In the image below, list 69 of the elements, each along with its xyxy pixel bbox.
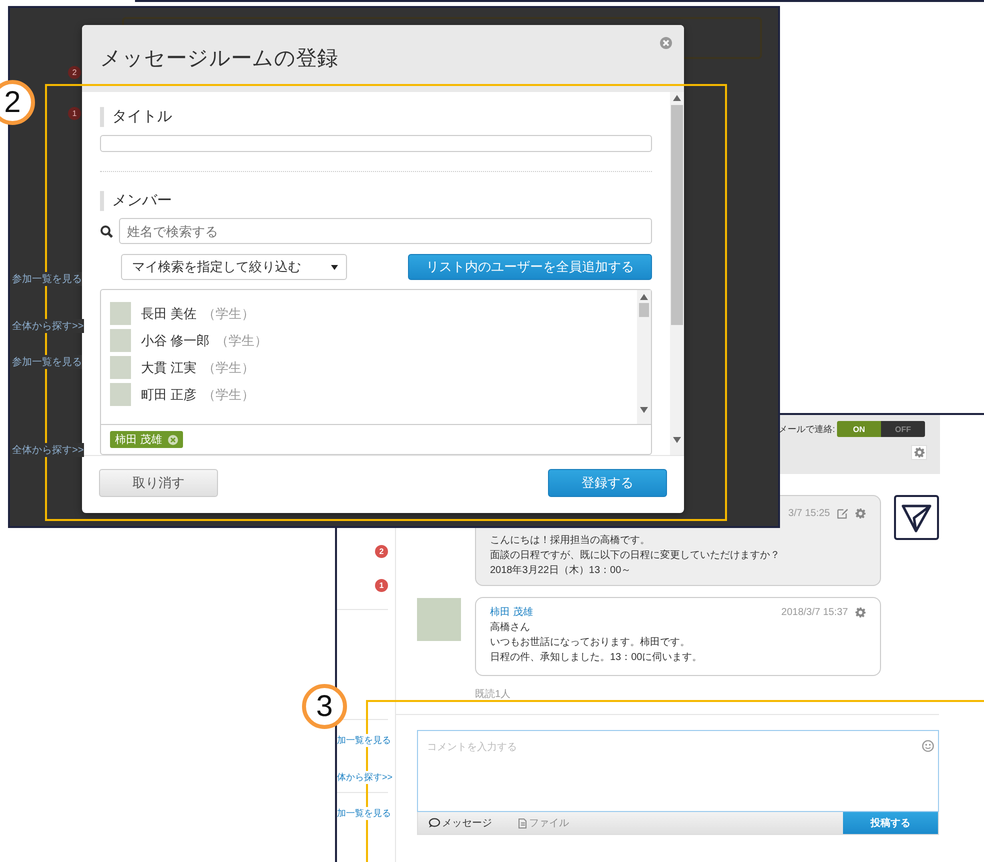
message-text: 2018年3月22日（木）13：00～ (490, 564, 632, 578)
message-text: 日程の件、承知しました。13：00に伺います。 (490, 651, 704, 665)
count-badge: 1 (375, 579, 388, 592)
user-role: （学生） (202, 386, 255, 404)
step-number: 3 (302, 684, 347, 729)
title-field[interactable] (100, 135, 652, 152)
edit-icon[interactable] (837, 508, 848, 519)
search-icon (100, 224, 113, 238)
notice-label: メールで連絡: (778, 422, 835, 436)
user-role: （学生） (216, 332, 268, 350)
sidebar-link[interactable]: 全体から探す>> (12, 319, 84, 333)
message-time: 2018/3/7 15:37 (781, 606, 848, 620)
section-label: タイトル (100, 107, 652, 127)
scroll-arrow-icon[interactable] (673, 95, 681, 101)
dialog-title: メッセージルームの登録 (100, 46, 338, 72)
toggle-switch[interactable]: ON OFF (837, 421, 925, 437)
search-field[interactable]: 姓名で検索する (119, 218, 652, 244)
speech-bubble-icon (428, 818, 440, 828)
sidebar-link[interactable]: 体から探す>> (337, 771, 393, 784)
user-name[interactable]: 小谷 修一郎 (141, 332, 210, 350)
user-role: （学生） (202, 304, 255, 322)
user-name[interactable]: 大貫 江実 (141, 358, 197, 376)
user-role: （学生） (202, 358, 255, 376)
sidebar-link[interactable]: 参加一覧を見る (12, 272, 82, 286)
submit-button[interactable]: 登録する (548, 468, 667, 496)
scrollbar-thumb[interactable] (639, 303, 649, 317)
file-icon (518, 818, 527, 828)
sidebar-link[interactable]: 加一覧を見る (337, 734, 391, 747)
smiley-icon[interactable] (922, 740, 934, 752)
toggle-option[interactable]: OFF (881, 421, 925, 437)
message-text: 面談の日程ですが、既に以下の日程に変更していただけますか？ (490, 548, 781, 563)
toggle-option[interactable]: ON (837, 421, 881, 437)
caret-icon (331, 264, 338, 270)
photo-placeholder (110, 302, 131, 325)
photo-placeholder (110, 329, 131, 352)
user-name[interactable]: 長田 美佐 (141, 304, 197, 322)
remove-icon[interactable] (168, 434, 178, 444)
composer-tab[interactable]: ファイル (518, 812, 569, 834)
sender-name[interactable]: 柿田 茂雄 (490, 605, 533, 620)
add-all-button[interactable]: リスト内のユーザーを全員追加する (408, 254, 652, 280)
paper-plane-logo-icon (894, 495, 939, 540)
cancel-button[interactable]: 取り消す (99, 468, 218, 496)
sidebar-link[interactable]: 参加一覧を見る (12, 355, 82, 369)
scrollbar-thumb[interactable] (671, 105, 683, 325)
user-name[interactable]: 町田 正彦 (141, 386, 197, 404)
photo-placeholder (110, 356, 131, 379)
message-time: 3/7 15:25 (788, 507, 830, 521)
count-badge: 2 (375, 545, 388, 558)
member-name: 柿田 茂雄 (115, 433, 162, 447)
count-badge: 2 (68, 66, 81, 79)
section-label: メンバー (100, 191, 652, 211)
count-badge: 1 (68, 107, 81, 120)
scroll-arrow-icon[interactable] (673, 437, 681, 443)
close-icon[interactable] (660, 37, 672, 49)
filter-dropdown[interactable]: マイ検索を指定して絞り込む (121, 254, 347, 280)
settings-icon[interactable] (855, 508, 866, 519)
message-text: 高橋さん (490, 620, 531, 635)
message-text: いつもお世話になっております。柿田です。 (490, 636, 691, 650)
photo-placeholder (417, 598, 461, 641)
read-status: 既読1人 (475, 688, 512, 701)
sidebar-link[interactable]: 加一覧を見る (337, 807, 391, 820)
post-button[interactable]: 投稿する (843, 812, 938, 834)
photo-placeholder (110, 383, 131, 406)
scroll-arrow-icon[interactable] (640, 407, 648, 413)
sidebar-link[interactable]: 全体から探す>> (12, 443, 84, 457)
settings-icon[interactable] (855, 607, 866, 618)
message-text: こんにちは！採用担当の高橋です。 (490, 534, 651, 548)
scroll-arrow-icon[interactable] (640, 294, 648, 300)
composer-tab[interactable]: メッセージ (428, 812, 492, 834)
